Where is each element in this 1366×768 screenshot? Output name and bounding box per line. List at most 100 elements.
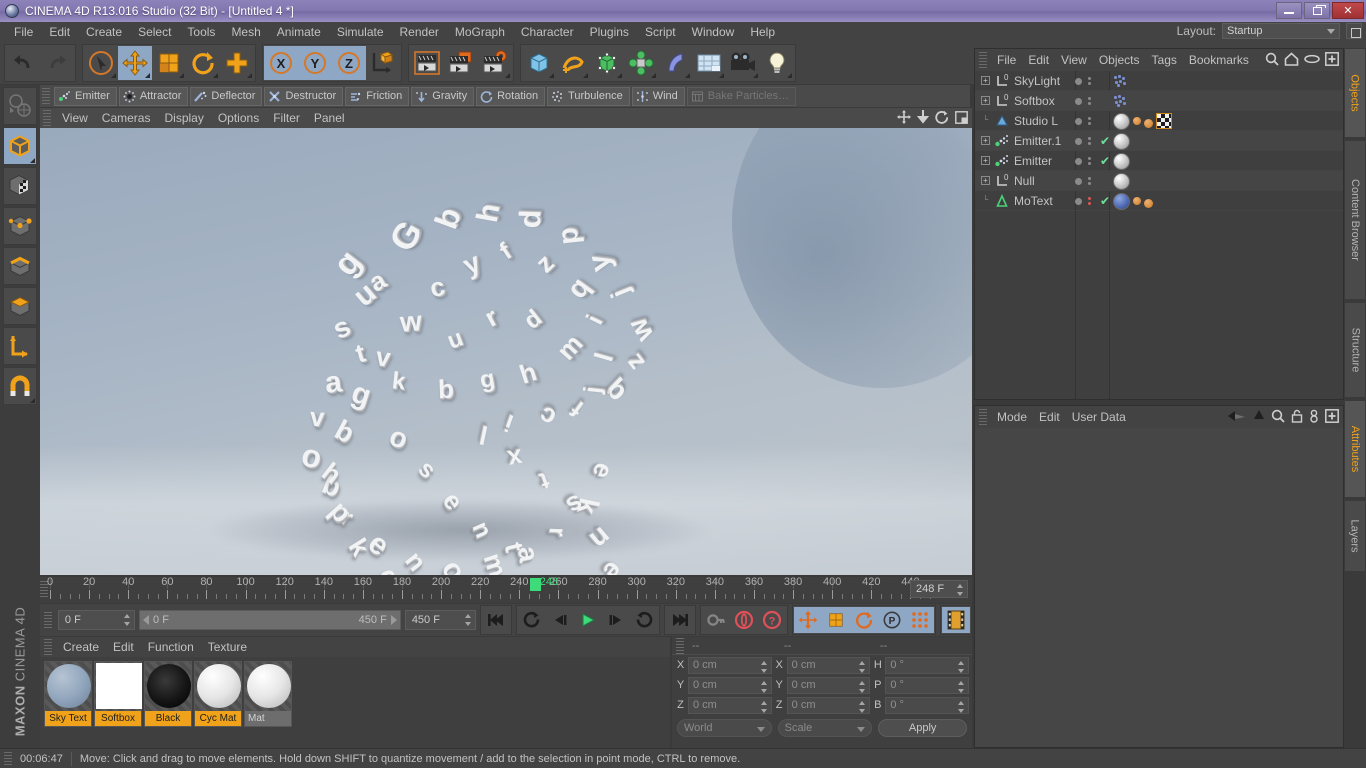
particles-destructor-button[interactable]: Destructor bbox=[264, 86, 344, 106]
particles-turbulence-button[interactable]: Turbulence bbox=[547, 86, 630, 106]
particles-emitter-button[interactable]: Emitter bbox=[54, 86, 117, 106]
floor-environment-button[interactable] bbox=[692, 46, 726, 80]
visibility-dot[interactable] bbox=[1075, 97, 1082, 105]
object-row[interactable]: └ MoText ✔ bbox=[975, 191, 1343, 211]
object-row[interactable]: + Emitter ✔ bbox=[975, 151, 1343, 171]
attributes-content-area[interactable] bbox=[975, 428, 1343, 747]
plus-box-icon[interactable] bbox=[1325, 52, 1339, 66]
attributes-menu-user-data[interactable]: User Data bbox=[1066, 409, 1132, 425]
menu-item-select[interactable]: Select bbox=[130, 23, 179, 41]
keyframe-help-button[interactable]: ? bbox=[758, 607, 787, 633]
motext-tag[interactable] bbox=[1113, 192, 1130, 210]
object-menu-view[interactable]: View bbox=[1055, 52, 1093, 68]
maximize-button[interactable] bbox=[1304, 2, 1330, 19]
expand-toggle[interactable]: + bbox=[981, 76, 990, 85]
object-list[interactable]: +0 SkyLight +0 Softbox └ Studio L + Emitter.1 ✔ +… bbox=[975, 71, 1343, 399]
redo-button[interactable] bbox=[40, 46, 74, 80]
object-row[interactable]: +0 SkyLight bbox=[975, 71, 1343, 91]
coord-rot-b-field[interactable]: 0 ° bbox=[885, 696, 970, 714]
object-menu-edit[interactable]: Edit bbox=[1022, 52, 1055, 68]
coord-pos-x-field[interactable]: 0 cm bbox=[688, 656, 772, 674]
material-swatch[interactable]: Black bbox=[144, 661, 192, 727]
enabled-check-icon[interactable]: ✔ bbox=[1100, 194, 1110, 208]
object-menu-tags[interactable]: Tags bbox=[1146, 52, 1183, 68]
expand-toggle[interactable]: + bbox=[981, 156, 990, 165]
timeline-scrub-bar[interactable]: 0 F 450 F bbox=[139, 610, 401, 630]
visibility-dot[interactable] bbox=[1075, 137, 1082, 145]
hypernurbs-button[interactable] bbox=[590, 46, 624, 80]
pan-icon[interactable] bbox=[897, 110, 911, 124]
material-grip[interactable] bbox=[44, 639, 52, 655]
object-row[interactable]: + Emitter.1 ✔ bbox=[975, 131, 1343, 151]
particles-deflector-button[interactable]: Deflector bbox=[190, 86, 263, 106]
spinner-icon[interactable] bbox=[958, 700, 965, 713]
position-key-button[interactable] bbox=[794, 607, 823, 633]
lock-z-button[interactable]: Z bbox=[332, 46, 366, 80]
timeline-ruler[interactable]: 0 20 40 60 80 100 120 140 160 180 200 220 240 260 280 3… bbox=[47, 576, 931, 603]
menu-item-simulate[interactable]: Simulate bbox=[329, 23, 392, 41]
spinner-icon[interactable] bbox=[124, 614, 131, 626]
step-back-button[interactable] bbox=[546, 607, 575, 633]
editor-render-dots[interactable] bbox=[1088, 135, 1091, 147]
menu-item-help[interactable]: Help bbox=[742, 23, 783, 41]
expand-toggle[interactable]: + bbox=[981, 176, 990, 185]
camera-button[interactable] bbox=[726, 46, 760, 80]
tab-structure[interactable]: Structure bbox=[1344, 302, 1366, 398]
particles-friction-button[interactable]: Friction bbox=[345, 86, 410, 106]
visibility-dot[interactable] bbox=[1075, 157, 1082, 165]
back-arrow-icon[interactable] bbox=[1227, 410, 1247, 422]
spline-button[interactable] bbox=[556, 46, 590, 80]
tab-layers[interactable]: Layers bbox=[1344, 500, 1366, 572]
visibility-dot[interactable] bbox=[1075, 117, 1082, 125]
timeline-button[interactable] bbox=[942, 607, 971, 633]
small-tag[interactable] bbox=[1144, 119, 1153, 128]
move-button[interactable] bbox=[118, 46, 152, 80]
search-icon[interactable] bbox=[1265, 52, 1279, 66]
size-mode-dropdown[interactable]: Scale bbox=[777, 719, 873, 737]
previous-key-button[interactable] bbox=[518, 607, 547, 633]
spinner-icon[interactable] bbox=[957, 584, 964, 596]
toolbar-grip[interactable] bbox=[42, 88, 50, 104]
cube-primitive-button[interactable] bbox=[522, 46, 556, 80]
up-arrow-icon[interactable] bbox=[1253, 409, 1265, 423]
scale-button[interactable] bbox=[152, 46, 186, 80]
scrub-right-arrow-icon[interactable] bbox=[390, 615, 397, 625]
menu-item-mograph[interactable]: MoGraph bbox=[447, 23, 513, 41]
material-swatch[interactable]: Sky Text bbox=[44, 661, 92, 727]
material-tag[interactable] bbox=[1113, 172, 1130, 190]
menu-item-render[interactable]: Render bbox=[392, 23, 447, 41]
object-menu-objects[interactable]: Objects bbox=[1093, 52, 1146, 68]
material-tag[interactable] bbox=[1113, 132, 1130, 150]
coord-rot-p-field[interactable]: 0 ° bbox=[885, 676, 970, 694]
transport-grip[interactable] bbox=[44, 612, 52, 628]
editor-render-dots[interactable] bbox=[1088, 75, 1091, 87]
tab-attributes[interactable]: Attributes bbox=[1344, 400, 1366, 498]
particles-gravity-button[interactable]: Gravity bbox=[411, 86, 475, 106]
particles-bake-button[interactable]: Bake Particles… bbox=[686, 86, 797, 106]
menu-item-tools[interactable]: Tools bbox=[179, 23, 223, 41]
current-frame-field[interactable]: 248 F bbox=[910, 580, 968, 598]
editor-render-dots[interactable] bbox=[1088, 195, 1091, 207]
spinner-icon[interactable] bbox=[760, 660, 768, 673]
step-forward-button[interactable] bbox=[602, 607, 631, 633]
undo-view-button[interactable] bbox=[3, 87, 37, 125]
spinner-icon[interactable] bbox=[760, 700, 768, 713]
small-tag[interactable] bbox=[1133, 117, 1141, 125]
search-icon[interactable] bbox=[1271, 409, 1285, 423]
lock-y-button[interactable]: Y bbox=[298, 46, 332, 80]
viewport-menu-filter[interactable]: Filter bbox=[266, 110, 307, 126]
spinner-icon[interactable] bbox=[958, 660, 965, 673]
menu-item-animate[interactable]: Animate bbox=[269, 23, 329, 41]
editor-render-dots[interactable] bbox=[1088, 155, 1091, 167]
viewport-menu-cameras[interactable]: Cameras bbox=[95, 110, 158, 126]
texture-tag[interactable] bbox=[1156, 113, 1172, 129]
world-object-coord-button[interactable] bbox=[366, 46, 400, 80]
point-level-animation-button[interactable] bbox=[906, 607, 935, 633]
add-button[interactable] bbox=[220, 46, 254, 80]
edge-mode-button[interactable] bbox=[3, 247, 37, 285]
ellipse-icon[interactable] bbox=[1304, 54, 1320, 64]
visibility-dot[interactable] bbox=[1075, 197, 1082, 205]
go-to-start-button[interactable] bbox=[482, 607, 511, 633]
enable-snapping-button[interactable] bbox=[3, 367, 37, 405]
param-key-button[interactable]: P bbox=[878, 607, 907, 633]
